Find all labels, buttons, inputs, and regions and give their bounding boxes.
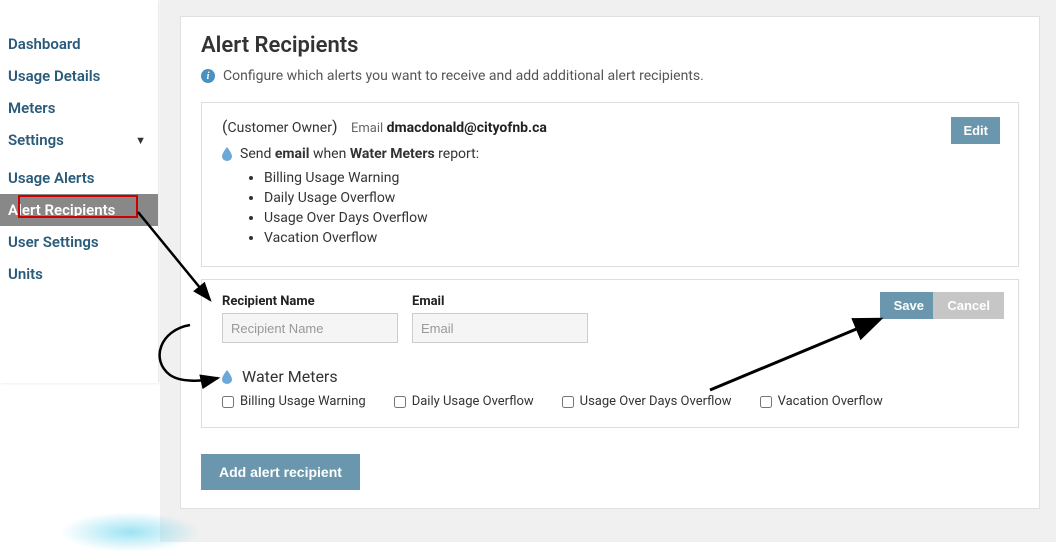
owner-card: Edit (Customer Owner) Email dmacdonald@c… <box>201 102 1019 267</box>
recipient-name-input[interactable] <box>222 313 398 343</box>
recipient-email-label: Email <box>412 294 588 309</box>
sidebar-sub-alert-recipients[interactable]: Alert Recipients <box>0 194 158 226</box>
water-meters-heading: Water Meters <box>222 367 998 386</box>
recipient-form-card: Save Cancel Recipient Name Email Water M… <box>201 279 1019 428</box>
owner-email-label: Email <box>351 121 383 136</box>
info-row: i Configure which alerts you want to rec… <box>201 68 1019 84</box>
checkbox-daily-usage-overflow[interactable]: Daily Usage Overflow <box>394 394 534 409</box>
owner-line: (Customer Owner) Email dmacdonald@cityof… <box>222 117 998 136</box>
save-button[interactable]: Save <box>880 292 938 319</box>
checkbox-input[interactable] <box>394 396 406 408</box>
owner-email: dmacdonald@cityofnb.ca <box>387 120 547 136</box>
sidebar-item-meters[interactable]: Meters <box>0 92 158 124</box>
alert-options-row: Billing Usage Warning Daily Usage Overfl… <box>222 394 998 409</box>
sidebar-item-usage-details[interactable]: Usage Details <box>0 60 158 92</box>
sidebar: Dashboard Usage Details Meters Settings … <box>0 0 158 383</box>
checkbox-vacation-overflow[interactable]: Vacation Overflow <box>760 394 883 409</box>
sidebar-item-label: Settings <box>8 131 64 149</box>
sidebar-sub-usage-alerts[interactable]: Usage Alerts <box>0 162 158 194</box>
checkbox-billing-usage-warning[interactable]: Billing Usage Warning <box>222 394 366 409</box>
water-drop-icon <box>222 147 232 161</box>
sidebar-sub-units[interactable]: Units <box>0 258 158 290</box>
panel-alert-recipients: Alert Recipients i Configure which alert… <box>180 16 1040 509</box>
send-line: Send email when Water Meters report: <box>222 146 998 162</box>
edit-button[interactable]: Edit <box>951 117 1000 144</box>
list-item: Billing Usage Warning <box>264 168 998 188</box>
main-content: Alert Recipients i Configure which alert… <box>160 0 1056 542</box>
owner-role: Customer Owner <box>227 120 331 136</box>
recipient-name-field: Recipient Name <box>222 294 398 343</box>
add-alert-recipient-button[interactable]: Add alert recipient <box>201 454 360 490</box>
owner-alert-list: Billing Usage Warning Daily Usage Overfl… <box>264 168 998 248</box>
checkbox-usage-over-days-overflow[interactable]: Usage Over Days Overflow <box>562 394 732 409</box>
cancel-button[interactable]: Cancel <box>933 292 1004 319</box>
info-text: Configure which alerts you want to recei… <box>223 68 704 84</box>
page-title: Alert Recipients <box>201 33 1019 58</box>
recipient-email-field: Email <box>412 294 588 343</box>
checkbox-input[interactable] <box>222 396 234 408</box>
list-item: Daily Usage Overflow <box>264 188 998 208</box>
checkbox-input[interactable] <box>562 396 574 408</box>
list-item: Usage Over Days Overflow <box>264 208 998 228</box>
sidebar-item-settings[interactable]: Settings ▼ <box>0 124 158 156</box>
recipient-email-input[interactable] <box>412 313 588 343</box>
chevron-down-icon: ▼ <box>135 134 146 147</box>
list-item: Vacation Overflow <box>264 228 998 248</box>
sidebar-item-dashboard[interactable]: Dashboard <box>0 28 158 60</box>
sidebar-sub-user-settings[interactable]: User Settings <box>0 226 158 258</box>
checkbox-input[interactable] <box>760 396 772 408</box>
recipient-name-label: Recipient Name <box>222 294 398 309</box>
water-drop-icon <box>222 370 232 384</box>
info-icon: i <box>201 69 215 83</box>
